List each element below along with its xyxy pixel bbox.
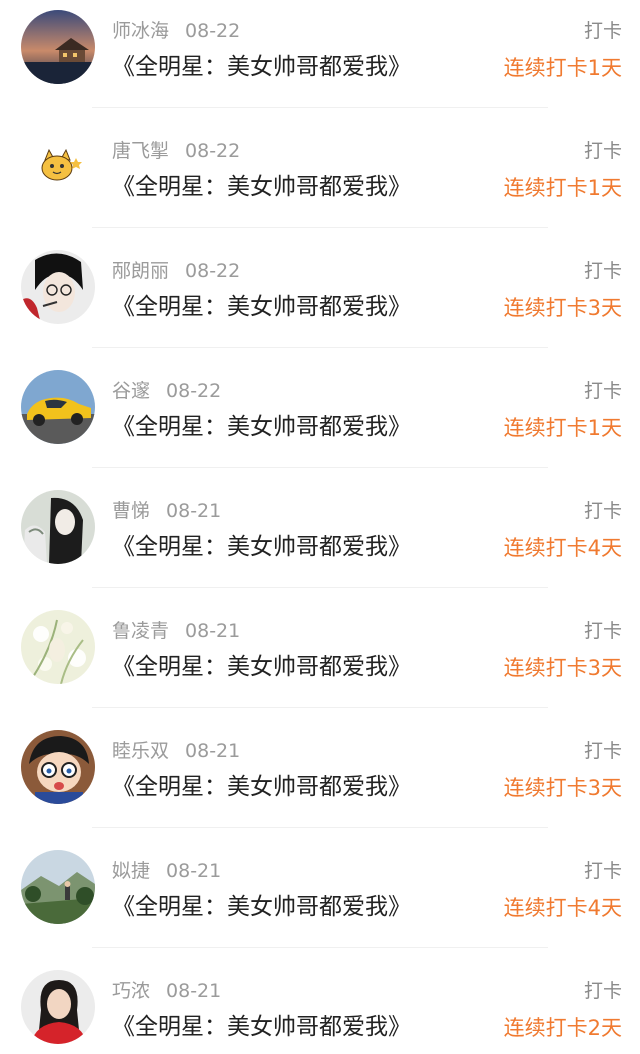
cartoon-detective-icon bbox=[21, 730, 95, 804]
author-name: 师冰海 bbox=[112, 20, 170, 42]
anime-boy-icon bbox=[21, 250, 95, 324]
author-meta: 曹悌 08-21 bbox=[112, 497, 221, 525]
list-item[interactable]: 谷邃 08-22 《全明星：美女帅哥都爱我》 打卡 连续打卡1天 bbox=[0, 360, 640, 480]
author-name: 巧浓 bbox=[112, 980, 151, 1002]
author-meta: 唐飞掣 08-22 bbox=[112, 137, 240, 165]
checkin-type-label: 打卡 bbox=[583, 500, 622, 522]
post-date: 08-21 bbox=[185, 620, 241, 642]
author-name: 谷邃 bbox=[112, 380, 151, 402]
avatar[interactable] bbox=[21, 130, 95, 204]
streak-label: 连续打卡1天 bbox=[503, 56, 622, 80]
anime-couple-icon bbox=[21, 490, 95, 564]
author-meta: 睦乐双 08-21 bbox=[112, 737, 240, 765]
author-meta: 师冰海 08-22 bbox=[112, 17, 240, 45]
divider bbox=[92, 827, 548, 828]
yellow-car-icon bbox=[21, 370, 95, 444]
streak-label: 连续打卡2天 bbox=[503, 1016, 622, 1040]
author-name: 睦乐双 bbox=[112, 740, 170, 762]
streak-label: 连续打卡1天 bbox=[503, 176, 622, 200]
divider bbox=[92, 227, 548, 228]
cartoon-cat-icon bbox=[21, 130, 95, 204]
checkin-type-label: 打卡 bbox=[583, 860, 622, 882]
author-meta: 谷邃 08-22 bbox=[112, 377, 221, 405]
divider bbox=[92, 707, 548, 708]
author-name: 姒捷 bbox=[112, 860, 151, 882]
checkin-type-label: 打卡 bbox=[583, 380, 622, 402]
author-meta: 姒捷 08-21 bbox=[112, 857, 221, 885]
divider bbox=[92, 107, 548, 108]
book-title[interactable]: 《全明星：美女帅哥都爱我》 bbox=[112, 1009, 411, 1045]
list-item[interactable]: 邴朗丽 08-22 《全明星：美女帅哥都爱我》 打卡 连续打卡3天 bbox=[0, 240, 640, 360]
post-date: 08-21 bbox=[185, 740, 241, 762]
author-name: 鲁凌青 bbox=[112, 620, 170, 642]
list-item[interactable]: 巧浓 08-21 《全明星：美女帅哥都爱我》 打卡 连续打卡2天 bbox=[0, 960, 640, 1054]
author-meta: 鲁凌青 08-21 bbox=[112, 617, 240, 645]
avatar[interactable] bbox=[21, 730, 95, 804]
author-meta: 巧浓 08-21 bbox=[112, 977, 221, 1005]
avatar[interactable] bbox=[21, 250, 95, 324]
checkin-type-label: 打卡 bbox=[583, 140, 622, 162]
checkin-type-label: 打卡 bbox=[583, 260, 622, 282]
book-title[interactable]: 《全明星：美女帅哥都爱我》 bbox=[112, 169, 411, 205]
woman-portrait-icon bbox=[21, 970, 95, 1044]
streak-label: 连续打卡4天 bbox=[503, 896, 622, 920]
post-date: 08-21 bbox=[166, 500, 222, 522]
divider bbox=[92, 947, 548, 948]
book-title[interactable]: 《全明星：美女帅哥都爱我》 bbox=[112, 649, 411, 685]
author-name: 邴朗丽 bbox=[112, 260, 170, 282]
book-title[interactable]: 《全明星：美女帅哥都爱我》 bbox=[112, 769, 411, 805]
streak-label: 连续打卡4天 bbox=[503, 536, 622, 560]
checkin-type-label: 打卡 bbox=[583, 740, 622, 762]
post-date: 08-21 bbox=[166, 980, 222, 1002]
streak-label: 连续打卡1天 bbox=[503, 416, 622, 440]
list-item[interactable]: 曹悌 08-21 《全明星：美女帅哥都爱我》 打卡 连续打卡4天 bbox=[0, 480, 640, 600]
avatar[interactable] bbox=[21, 10, 95, 84]
divider bbox=[92, 347, 548, 348]
author-name: 曹悌 bbox=[112, 500, 151, 522]
divider bbox=[92, 587, 548, 588]
list-item[interactable]: 师冰海 08-22 《全明星：美女帅哥都爱我》 打卡 连续打卡1天 bbox=[0, 0, 640, 120]
checkin-type-label: 打卡 bbox=[583, 620, 622, 642]
author-name: 唐飞掣 bbox=[112, 140, 170, 162]
avatar[interactable] bbox=[21, 490, 95, 564]
flowers-photo-icon bbox=[21, 610, 95, 684]
list-item[interactable]: 睦乐双 08-21 《全明星：美女帅哥都爱我》 打卡 连续打卡3天 bbox=[0, 720, 640, 840]
list-item[interactable]: 姒捷 08-21 《全明星：美女帅哥都爱我》 打卡 连续打卡4天 bbox=[0, 840, 640, 960]
book-title[interactable]: 《全明星：美女帅哥都爱我》 bbox=[112, 289, 411, 325]
post-date: 08-22 bbox=[166, 380, 222, 402]
streak-label: 连续打卡3天 bbox=[503, 296, 622, 320]
book-title[interactable]: 《全明星：美女帅哥都爱我》 bbox=[112, 889, 411, 925]
book-title[interactable]: 《全明星：美女帅哥都爱我》 bbox=[112, 49, 411, 85]
streak-label: 连续打卡3天 bbox=[503, 776, 622, 800]
post-date: 08-22 bbox=[185, 140, 241, 162]
streak-label: 连续打卡3天 bbox=[503, 656, 622, 680]
checkin-type-label: 打卡 bbox=[583, 980, 622, 1002]
book-title[interactable]: 《全明星：美女帅哥都爱我》 bbox=[112, 409, 411, 445]
list-item[interactable]: 唐飞掣 08-22 《全明星：美女帅哥都爱我》 打卡 连续打卡1天 bbox=[0, 120, 640, 240]
avatar[interactable] bbox=[21, 970, 95, 1044]
post-date: 08-21 bbox=[166, 860, 222, 882]
mountain-person-icon bbox=[21, 850, 95, 924]
checkin-type-label: 打卡 bbox=[583, 20, 622, 42]
post-date: 08-22 bbox=[185, 20, 241, 42]
avatar[interactable] bbox=[21, 610, 95, 684]
post-date: 08-22 bbox=[185, 260, 241, 282]
avatar[interactable] bbox=[21, 370, 95, 444]
lake-house-photo-icon bbox=[21, 10, 95, 84]
book-title[interactable]: 《全明星：美女帅哥都爱我》 bbox=[112, 529, 411, 565]
avatar[interactable] bbox=[21, 850, 95, 924]
checkin-list: 师冰海 08-22 《全明星：美女帅哥都爱我》 打卡 连续打卡1天 唐飞掣 08-2… bbox=[0, 0, 640, 1054]
divider bbox=[92, 467, 548, 468]
list-item[interactable]: 鲁凌青 08-21 《全明星：美女帅哥都爱我》 打卡 连续打卡3天 bbox=[0, 600, 640, 720]
author-meta: 邴朗丽 08-22 bbox=[112, 257, 240, 285]
